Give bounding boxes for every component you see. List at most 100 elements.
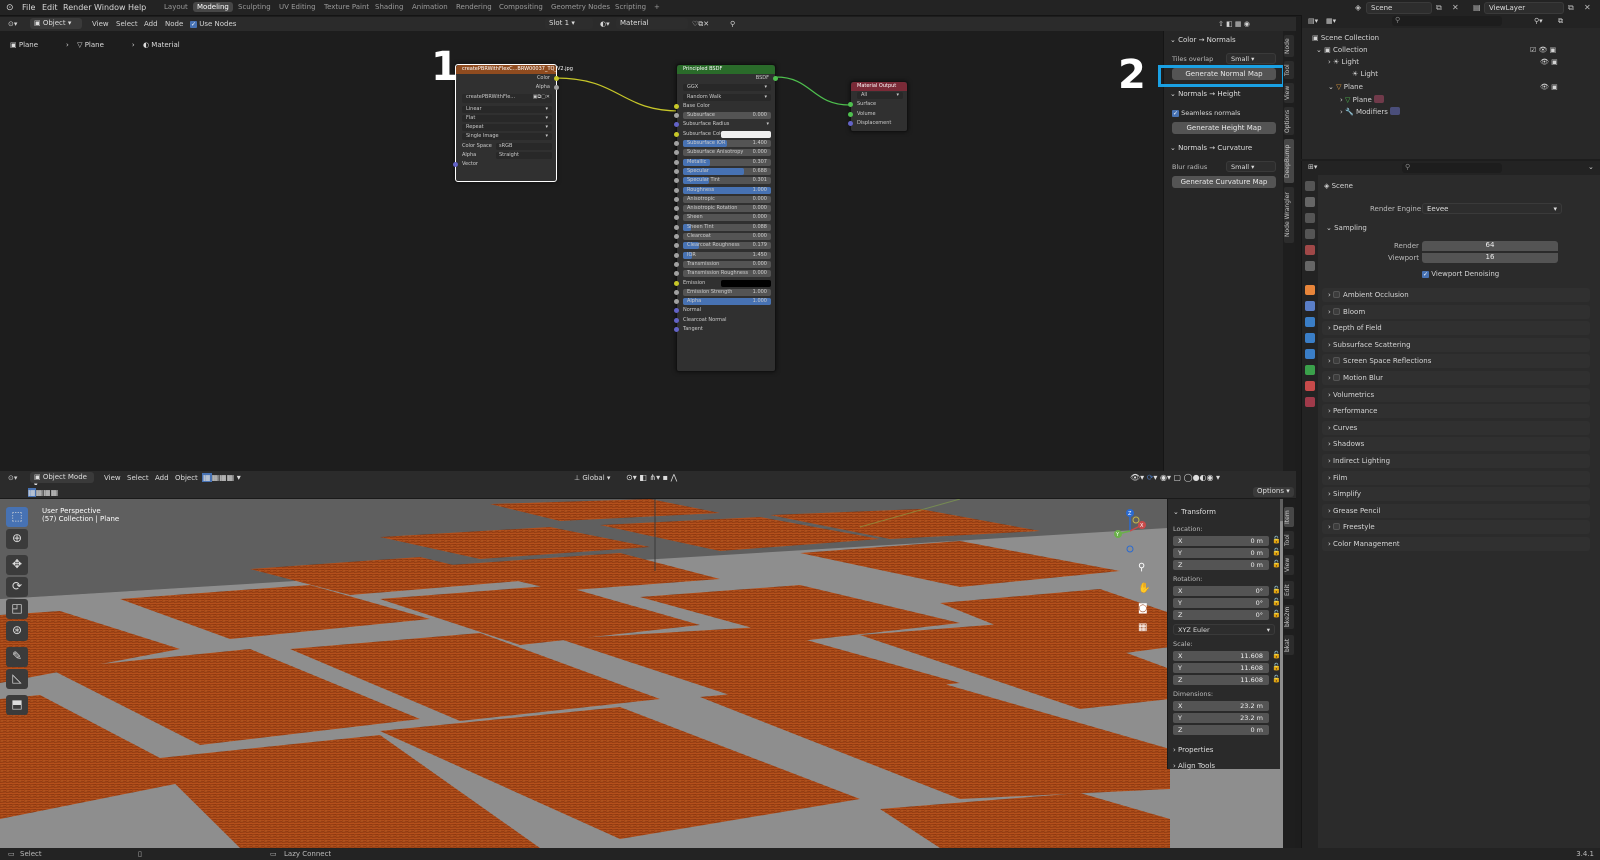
generate-height-map-button[interactable]: Generate Height Map: [1172, 122, 1276, 134]
tab-view[interactable]: View: [1284, 555, 1294, 575]
material-tab-icon[interactable]: [1305, 381, 1315, 391]
world-tab-icon[interactable]: [1305, 261, 1315, 271]
render-engine-dropdown[interactable]: Eevee ▾: [1422, 203, 1562, 214]
properties-editor-icon[interactable]: ⊞▾: [1308, 163, 1317, 171]
tab-view[interactable]: View: [1284, 83, 1294, 103]
lock-icon[interactable]: 🔓: [1272, 598, 1281, 606]
volume-input-socket[interactable]: [848, 111, 853, 117]
section-curves[interactable]: › Curves: [1322, 420, 1590, 435]
tab-options[interactable]: Options: [1284, 107, 1294, 135]
section-simplify[interactable]: › Simplify: [1322, 487, 1590, 502]
input-socket[interactable]: [674, 187, 679, 193]
bsdf-input-row[interactable]: Normal: [674, 306, 775, 315]
bsdf-input-row[interactable]: Transmission 0.000: [674, 260, 775, 269]
bsdf-input-row[interactable]: Sheen Tint 0.088: [674, 223, 775, 232]
new-view-layer-icon[interactable]: ⧉: [1568, 3, 1574, 13]
bsdf-input-row[interactable]: Clearcoat 0.000: [674, 232, 775, 241]
measure-tool[interactable]: ◺: [6, 669, 28, 689]
bsdf-input-row[interactable]: Base Color: [674, 102, 775, 111]
dimensions-x-field[interactable]: X 23.2 m: [1173, 701, 1269, 711]
viewport-shading-icons[interactable]: 👁▾ ⟳▾ ◉▾ ▢ ◯●◐◉ ▾: [1130, 473, 1220, 482]
camera-icon[interactable]: ◙: [1138, 603, 1148, 614]
rotation-x-field[interactable]: X 0°: [1173, 586, 1269, 596]
menu-view[interactable]: View: [92, 20, 109, 28]
input-socket[interactable]: [674, 271, 679, 277]
target-dropdown[interactable]: All ▾: [851, 91, 907, 100]
bsdf-input-row[interactable]: Clearcoat Normal: [674, 316, 775, 325]
section-checkbox[interactable]: [1333, 357, 1341, 365]
blur-radius-dropdown[interactable]: Small ▾: [1226, 161, 1276, 172]
input-socket[interactable]: [674, 252, 679, 258]
3d-viewport[interactable]: User Perspective (57) Collection | Plane…: [0, 499, 1283, 848]
pivot-snap-icons[interactable]: ⊙▾ ◧ ⋔▾ ▪ ⋀: [626, 473, 677, 482]
section-performance[interactable]: › Performance: [1322, 404, 1590, 419]
color-output-socket[interactable]: [554, 76, 559, 81]
section-checkbox[interactable]: [1333, 523, 1341, 531]
rotation-mode-dropdown[interactable]: XYZ Euler ▾: [1173, 624, 1275, 635]
properties-search-input[interactable]: ⚲: [1402, 163, 1502, 173]
principled-bsdf-node[interactable]: Principled BSDF BSDF GGX ▾ Random Walk ▾ B…: [674, 64, 778, 372]
rotation-y-field[interactable]: Y 0°: [1173, 598, 1269, 608]
section-checkbox[interactable]: [1333, 291, 1341, 298]
color-swatch[interactable]: [721, 279, 771, 287]
overlay-icons[interactable]: ⇧ ◧ ▦ ◉: [1218, 20, 1250, 28]
section-shadows[interactable]: › Shadows: [1322, 437, 1590, 452]
material-name-field[interactable]: Material: [616, 18, 688, 29]
move-tool[interactable]: ✥: [6, 555, 28, 575]
section-screen-space-reflections[interactable]: › Screen Space Reflections: [1322, 354, 1590, 369]
outliner-plane-mesh[interactable]: › ▽ Plane: [1340, 95, 1385, 104]
menu-file[interactable]: File: [22, 3, 35, 12]
rotate-tool[interactable]: ⟳: [6, 577, 28, 597]
section-indirect-lighting[interactable]: › Indirect Lighting: [1322, 454, 1590, 468]
scale-y-field[interactable]: Y 11.608: [1173, 663, 1269, 673]
cursor-tool[interactable]: ⊕: [6, 529, 28, 549]
input-socket[interactable]: [674, 168, 679, 174]
render-tab-icon[interactable]: [1305, 197, 1315, 207]
bsdf-input-row[interactable]: Specular 0.688: [674, 167, 775, 176]
data-tab-icon[interactable]: [1305, 365, 1315, 375]
workspace-tab-texture-paint[interactable]: Texture Paint: [324, 3, 369, 11]
input-socket[interactable]: [674, 178, 679, 184]
pin-icon[interactable]: ⚲: [730, 20, 735, 28]
menu-object[interactable]: Object: [175, 474, 198, 482]
dimensions-z-field[interactable]: Z0 m: [1173, 725, 1269, 735]
bsdf-input-row[interactable]: IOR 1.450: [674, 251, 775, 260]
particles-tab-icon[interactable]: [1305, 317, 1315, 327]
section-motion-blur[interactable]: › Motion Blur: [1322, 371, 1590, 385]
workspace-tab-sculpting[interactable]: Sculpting: [238, 3, 271, 11]
menu-add[interactable]: Add: [155, 474, 169, 482]
add-workspace-button[interactable]: +: [654, 3, 660, 11]
rotation-z-field[interactable]: Z 0°: [1173, 610, 1269, 620]
section-normals-to-height[interactable]: ⌄ Normals → Height: [1170, 90, 1241, 98]
bsdf-input-row[interactable]: Subsurface Anisotropy 0.000: [674, 148, 775, 157]
dimensions-y-field[interactable]: Y 23.2 m: [1173, 713, 1269, 723]
bsdf-input-row[interactable]: Subsurface Radius ▾: [674, 120, 775, 129]
scene-selector[interactable]: Scene: [1366, 2, 1432, 14]
input-socket[interactable]: [674, 243, 679, 249]
tab-item[interactable]: Item: [1284, 507, 1294, 527]
input-socket[interactable]: [674, 308, 679, 314]
workspace-tab-layout[interactable]: Layout: [164, 3, 188, 11]
tab-node[interactable]: Node: [1284, 35, 1294, 57]
bsdf-input-row[interactable]: Metallic 0.307: [674, 158, 775, 167]
tab-bke2m[interactable]: bke2m: [1284, 605, 1294, 629]
menu-select[interactable]: Select: [116, 20, 138, 28]
fake-user-icon[interactable]: ♡⧉✕: [692, 20, 709, 29]
bsdf-input-row[interactable]: Subsurface IOR 1.400: [674, 139, 775, 148]
use-nodes-checkbox[interactable]: ✓ Use Nodes: [190, 20, 236, 28]
physics-tab-icon[interactable]: [1305, 333, 1315, 343]
image-texture-node[interactable]: createPBRWithFlexC...BRW00037_TQ_V2.jpg …: [453, 64, 573, 182]
bsdf-input-row[interactable]: Subsurface Color: [674, 130, 775, 139]
menu-node[interactable]: Node: [165, 20, 183, 28]
section-subsurface-scattering[interactable]: › Subsurface Scattering: [1322, 337, 1590, 352]
bsdf-input-row[interactable]: Clearcoat Roughness 0.179: [674, 241, 775, 250]
distribution-dropdown[interactable]: GGX ▾: [677, 83, 775, 92]
bsdf-input-row[interactable]: Specular Tint 0.301: [674, 176, 775, 185]
input-socket[interactable]: [674, 196, 679, 202]
tab-tool[interactable]: Tool: [1284, 531, 1294, 549]
input-socket[interactable]: [674, 317, 679, 323]
image-node-header[interactable]: createPBRWithFlexC...BRW00037_TQ_V2.jpg: [456, 65, 573, 74]
color-swatch[interactable]: [721, 130, 771, 138]
tab-edit[interactable]: Edit: [1284, 581, 1294, 599]
lock-icon[interactable]: 🔓: [1272, 651, 1281, 659]
